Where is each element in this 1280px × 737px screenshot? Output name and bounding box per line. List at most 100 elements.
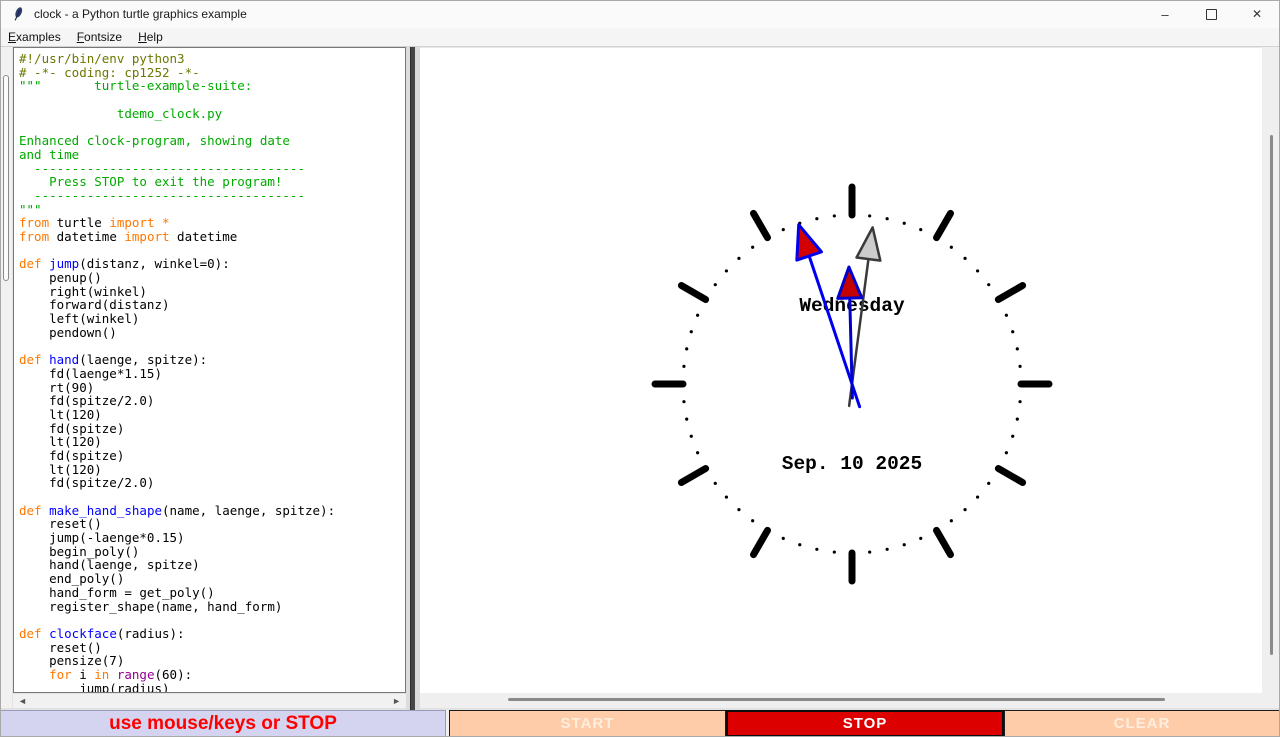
- code-line: reset(): [19, 641, 405, 655]
- code-line: Enhanced clock-program, showing date: [19, 134, 405, 148]
- pane-sash[interactable]: [406, 47, 420, 710]
- code-line: pensize(7): [19, 654, 405, 668]
- clock-graphic: WednesdaySep. 10 2025: [420, 48, 1262, 694]
- code-line: def make_hand_shape(name, laenge, spitze…: [19, 504, 405, 518]
- canvas-vertical-scrollbar-thumb[interactable]: [1270, 135, 1273, 655]
- code-line: lt(120): [19, 435, 405, 449]
- clock-minute-dot: [987, 283, 990, 286]
- code-horizontal-scrollbar[interactable]: ◄ ►: [13, 693, 406, 708]
- clock-minute-dot: [950, 246, 953, 249]
- code-line: pendown(): [19, 326, 405, 340]
- clock-minute-dot: [886, 548, 889, 551]
- clock-hour-tick: [681, 469, 705, 483]
- code-line: jump(-laenge*0.15): [19, 531, 405, 545]
- canvas-vertical-scrollbar[interactable]: [1262, 47, 1280, 708]
- turtle-canvas[interactable]: WednesdaySep. 10 2025: [420, 47, 1262, 693]
- code-line: left(winkel): [19, 312, 405, 326]
- clock-hour-tick: [937, 530, 951, 554]
- close-icon: ✕: [1252, 7, 1262, 21]
- clock-minute-dot: [1005, 314, 1008, 317]
- code-line: [19, 613, 405, 627]
- clock-minute-dot: [976, 269, 979, 272]
- code-line: def clockface(radius):: [19, 627, 405, 641]
- code-line: for i in range(60):: [19, 668, 405, 682]
- clock-minute-dot: [690, 435, 693, 438]
- code-line: reset(): [19, 517, 405, 531]
- code-line: [19, 120, 405, 134]
- code-line: # -*- coding: cp1252 -*-: [19, 66, 405, 80]
- clock-hour-tick: [998, 469, 1022, 483]
- code-line: penup(): [19, 271, 405, 285]
- clock-minute-dot: [963, 508, 966, 511]
- code-line: begin_poly(): [19, 545, 405, 559]
- code-vertical-scrollbar[interactable]: [0, 47, 13, 708]
- clock-minute-dot: [903, 222, 906, 225]
- code-line: from datetime import datetime: [19, 230, 405, 244]
- clock-minute-dot: [1018, 365, 1021, 368]
- code-line: and time: [19, 148, 405, 162]
- clock-minute-dot: [1011, 330, 1014, 333]
- scroll-left-arrow-icon[interactable]: ◄: [18, 696, 27, 706]
- code-line: forward(distanz): [19, 298, 405, 312]
- source-code-view[interactable]: #!/usr/bin/env python3# -*- coding: cp12…: [13, 47, 406, 693]
- code-line: hand_form = get_poly(): [19, 586, 405, 600]
- code-vertical-scrollbar-thumb[interactable]: [3, 75, 9, 281]
- clock-minute-dot: [696, 451, 699, 454]
- main-pane: #!/usr/bin/env python3# -*- coding: cp12…: [0, 47, 1280, 710]
- menu-fontsize[interactable]: Fontsize: [69, 28, 130, 46]
- clock-minute-dot: [833, 214, 836, 217]
- stop-button[interactable]: STOP: [726, 710, 1004, 737]
- code-line: lt(120): [19, 408, 405, 422]
- status-message: use mouse/keys or STOP: [0, 710, 446, 737]
- minimize-button[interactable]: –: [1142, 0, 1188, 28]
- menu-examples[interactable]: Examples: [0, 28, 69, 46]
- start-button[interactable]: START: [449, 710, 726, 737]
- clock-hour-tick: [998, 286, 1022, 300]
- clock-minute-dot: [815, 217, 818, 220]
- clock-minute-dot: [751, 519, 754, 522]
- code-line: ------------------------------------: [19, 189, 405, 203]
- code-line: hand(laenge, spitze): [19, 558, 405, 572]
- clear-button[interactable]: CLEAR: [1004, 710, 1280, 737]
- clock-hour-tick: [754, 530, 768, 554]
- code-line: register_shape(name, hand_form): [19, 600, 405, 614]
- clock-date-text: Sep. 10 2025: [782, 453, 922, 475]
- code-line: lt(120): [19, 463, 405, 477]
- window-title: clock - a Python turtle graphics example: [34, 7, 247, 21]
- clock-minute-dot: [714, 283, 717, 286]
- pane-sash-bar: [410, 47, 415, 710]
- maximize-button[interactable]: [1188, 0, 1234, 28]
- menu-help[interactable]: Help: [130, 28, 171, 46]
- clock-minute-dot: [685, 418, 688, 421]
- clock-minute-dot: [987, 482, 990, 485]
- code-line: tdemo_clock.py: [19, 107, 405, 121]
- scroll-right-arrow-icon[interactable]: ►: [392, 696, 401, 706]
- clock-minute-dot: [886, 217, 889, 220]
- code-line: fd(laenge*1.15): [19, 367, 405, 381]
- code-line: [19, 244, 405, 258]
- code-line: fd(spitze/2.0): [19, 476, 405, 490]
- clock-minute-dot: [682, 365, 685, 368]
- code-line: end_poly(): [19, 572, 405, 586]
- code-line: fd(spitze/2.0): [19, 394, 405, 408]
- code-line: right(winkel): [19, 285, 405, 299]
- clock-hour-tick: [754, 213, 768, 237]
- clock-minute-dot: [1016, 347, 1019, 350]
- code-line: fd(spitze): [19, 422, 405, 436]
- clock-hour-tick: [681, 286, 705, 300]
- clock-hour-tick: [937, 213, 951, 237]
- clock-minute-dot: [798, 543, 801, 546]
- window-controls: – ✕: [1142, 0, 1280, 28]
- clock-minute-dot: [696, 314, 699, 317]
- canvas-horizontal-scrollbar[interactable]: [420, 693, 1262, 708]
- clock-minute-dot: [725, 269, 728, 272]
- canvas-horizontal-scrollbar-thumb[interactable]: [508, 698, 1165, 701]
- clock-minute-dot: [976, 495, 979, 498]
- clock-minute-dot: [815, 548, 818, 551]
- clock-minute-dot: [1005, 451, 1008, 454]
- code-line: Press STOP to exit the program!: [19, 175, 405, 189]
- clock-minute-dot: [690, 330, 693, 333]
- code-line: [19, 93, 405, 107]
- close-button[interactable]: ✕: [1234, 0, 1280, 28]
- turtledemo-feather-icon: [10, 6, 26, 22]
